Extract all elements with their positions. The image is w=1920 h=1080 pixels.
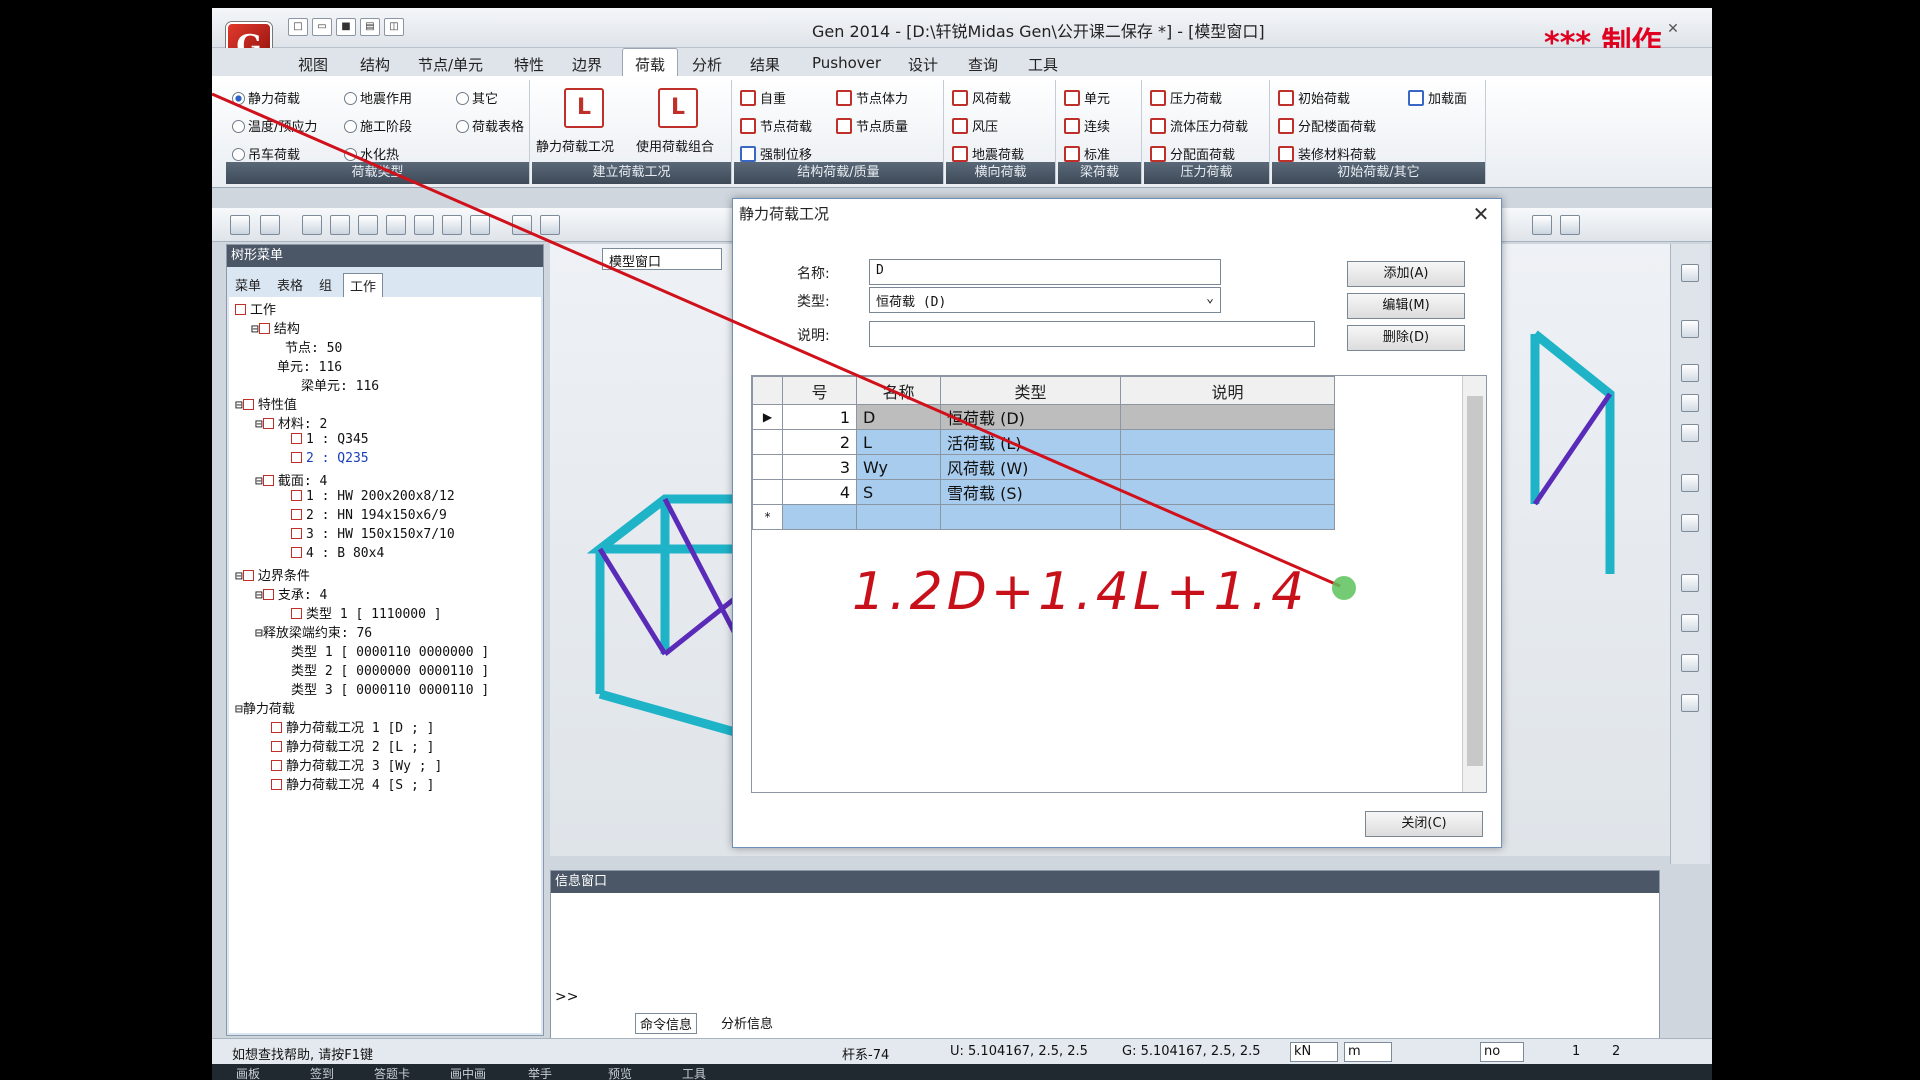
midas-gen-app: G □ ▭ ■ ▤ ◫ Gen 2014 - [D:\轩锐Midas Gen\公… — [212, 8, 1712, 1080]
annotation-overlay — [212, 92, 1356, 600]
pointer-dot-icon — [1332, 576, 1356, 600]
red-annotation-line — [212, 92, 1341, 588]
